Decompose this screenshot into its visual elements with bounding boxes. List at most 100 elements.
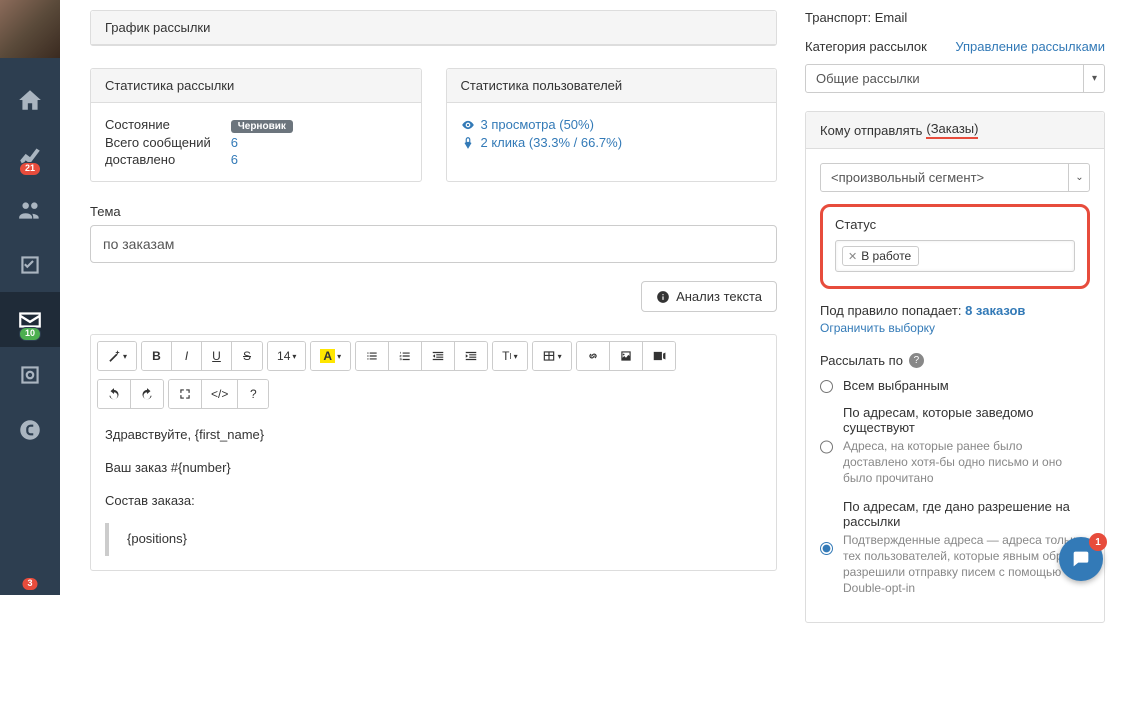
status-chip-text: В работе bbox=[861, 249, 911, 263]
fontsize-button[interactable]: 14▾ bbox=[268, 342, 305, 370]
editor-content[interactable]: Здравствуйте, {first_name} Ваш заказ #{n… bbox=[95, 411, 772, 556]
status-chip[interactable]: ✕ В работе bbox=[842, 246, 919, 266]
list-ul-button[interactable] bbox=[356, 342, 389, 370]
nav-tasks[interactable] bbox=[0, 237, 60, 292]
fontsize-value: 14 bbox=[277, 349, 290, 363]
theme-label: Тема bbox=[90, 204, 777, 219]
nav-users[interactable] bbox=[0, 182, 60, 237]
redo-button[interactable] bbox=[131, 380, 163, 408]
table-button[interactable]: ▾ bbox=[533, 342, 571, 370]
theme-input[interactable] bbox=[90, 225, 777, 263]
state-value: Черновик bbox=[231, 120, 293, 133]
list-ol-button[interactable] bbox=[389, 342, 422, 370]
analyze-button[interactable]: Анализ текста bbox=[641, 281, 777, 312]
panel-user-stats: Статистика пользователей 3 просмотра (50… bbox=[446, 68, 778, 182]
segment-select[interactable]: <произвольный сегмент> bbox=[820, 163, 1090, 192]
panel-stats-title: Статистика рассылки bbox=[91, 69, 421, 103]
help-button[interactable]: ? bbox=[238, 380, 268, 408]
link-button[interactable] bbox=[577, 342, 610, 370]
status-input[interactable]: ✕ В работе bbox=[835, 240, 1075, 272]
table-icon bbox=[542, 349, 556, 363]
codeview-button[interactable]: </> bbox=[202, 380, 238, 408]
underline-button[interactable]: U bbox=[202, 342, 232, 370]
delivered-label: доставлено bbox=[105, 152, 211, 167]
gear-box-icon bbox=[17, 362, 43, 388]
outdent-icon bbox=[431, 349, 445, 363]
state-label: Состояние bbox=[105, 117, 211, 133]
chat-badge: 1 bbox=[1089, 533, 1107, 551]
stats-badge: 21 bbox=[19, 162, 41, 176]
magic-button[interactable]: ▾ bbox=[98, 342, 136, 370]
avatar[interactable]: 3 bbox=[0, 0, 60, 58]
chevron-down-icon: ▾ bbox=[1083, 64, 1105, 93]
category-select[interactable]: Общие рассылки bbox=[805, 64, 1105, 93]
analyze-label: Анализ текста bbox=[676, 289, 762, 304]
views-line[interactable]: 3 просмотра (50%) bbox=[461, 117, 763, 132]
editor-line2: Ваш заказ #{number} bbox=[105, 458, 762, 479]
video-icon bbox=[652, 349, 666, 363]
close-icon[interactable]: ✕ bbox=[848, 250, 857, 263]
expand-icon bbox=[178, 387, 192, 401]
video-button[interactable] bbox=[643, 342, 675, 370]
list-ol-icon bbox=[398, 349, 412, 363]
outdent-button[interactable] bbox=[422, 342, 455, 370]
transport-label: Транспорт: bbox=[805, 10, 871, 25]
total-value[interactable]: 6 bbox=[231, 135, 407, 150]
limit-link[interactable]: Ограничить выборку bbox=[820, 321, 935, 335]
clicks-text: 2 клика (33.3% / 66.7%) bbox=[481, 135, 623, 150]
mail-badge: 10 bbox=[19, 327, 41, 341]
italic-button[interactable]: I bbox=[172, 342, 202, 370]
radio-known-label: По адресам, которые заведомо существуют bbox=[843, 405, 1090, 435]
panel-stats: Статистика рассылки Состояние Черновик В… bbox=[90, 68, 422, 182]
clicks-line[interactable]: 2 клика (33.3% / 66.7%) bbox=[461, 135, 763, 150]
status-label: Статус bbox=[835, 217, 1075, 232]
editor: ▾ B I U S 14▾ A▾ bbox=[90, 334, 777, 571]
delivered-value[interactable]: 6 bbox=[231, 152, 407, 167]
undo-button[interactable] bbox=[98, 380, 131, 408]
bold-button[interactable]: B bbox=[142, 342, 172, 370]
radio-all[interactable]: Всем выбранным bbox=[820, 378, 1090, 393]
click-icon bbox=[461, 136, 475, 150]
category-value: Общие рассылки bbox=[816, 71, 920, 86]
text-color-button[interactable]: A▾ bbox=[311, 342, 350, 370]
chain-icon bbox=[586, 349, 600, 363]
image-button[interactable] bbox=[610, 342, 643, 370]
heading-button[interactable]: TI▾ bbox=[493, 342, 527, 370]
status-filter-frame: Статус ✕ В работе bbox=[820, 204, 1090, 289]
wand-icon bbox=[107, 349, 121, 363]
editor-quote: {positions} bbox=[127, 531, 187, 546]
manage-link[interactable]: Управление рассылками bbox=[955, 39, 1105, 54]
radio-optin-sub: Подтвержденные адреса — адреса только те… bbox=[843, 532, 1090, 597]
fullscreen-button[interactable] bbox=[169, 380, 202, 408]
recipients-title: Кому отправлять bbox=[820, 123, 922, 138]
chat-icon bbox=[1070, 548, 1092, 570]
rule-count[interactable]: 8 заказов bbox=[965, 303, 1025, 318]
redo-icon bbox=[140, 387, 154, 401]
editor-line1: Здравствуйте, {first_name} bbox=[105, 425, 762, 446]
help-icon[interactable]: ? bbox=[909, 353, 924, 368]
panel-schedule-title: График рассылки bbox=[91, 11, 776, 45]
nav-home[interactable] bbox=[0, 72, 60, 127]
send-by-title: Рассылать по bbox=[820, 353, 903, 368]
views-text: 3 просмотра (50%) bbox=[481, 117, 594, 132]
category-label: Категория рассылок bbox=[805, 39, 927, 54]
info-icon bbox=[656, 290, 670, 304]
nav-stats[interactable]: 21 bbox=[0, 127, 60, 182]
indent-button[interactable] bbox=[455, 342, 487, 370]
undo-icon bbox=[107, 387, 121, 401]
list-ul-icon bbox=[365, 349, 379, 363]
radio-optin[interactable]: По адресам, где дано разрешение на рассы… bbox=[820, 499, 1090, 597]
panel-user-stats-title: Статистика пользователей bbox=[447, 69, 777, 103]
transport-value: Email bbox=[875, 10, 908, 25]
home-icon bbox=[17, 87, 43, 113]
radio-optin-label: По адресам, где дано разрешение на рассы… bbox=[843, 499, 1090, 529]
c-icon bbox=[17, 417, 43, 443]
radio-known-sub: Адреса, на которые ранее было доставлено… bbox=[843, 438, 1090, 487]
strike-button[interactable]: S bbox=[232, 342, 262, 370]
users-icon bbox=[17, 197, 43, 223]
nav-settings[interactable] bbox=[0, 347, 60, 402]
radio-known[interactable]: По адресам, которые заведомо существуют … bbox=[820, 405, 1090, 487]
nav-app[interactable] bbox=[0, 402, 60, 457]
chat-fab[interactable]: 1 bbox=[1059, 537, 1103, 581]
nav-mail[interactable]: 10 bbox=[0, 292, 60, 347]
